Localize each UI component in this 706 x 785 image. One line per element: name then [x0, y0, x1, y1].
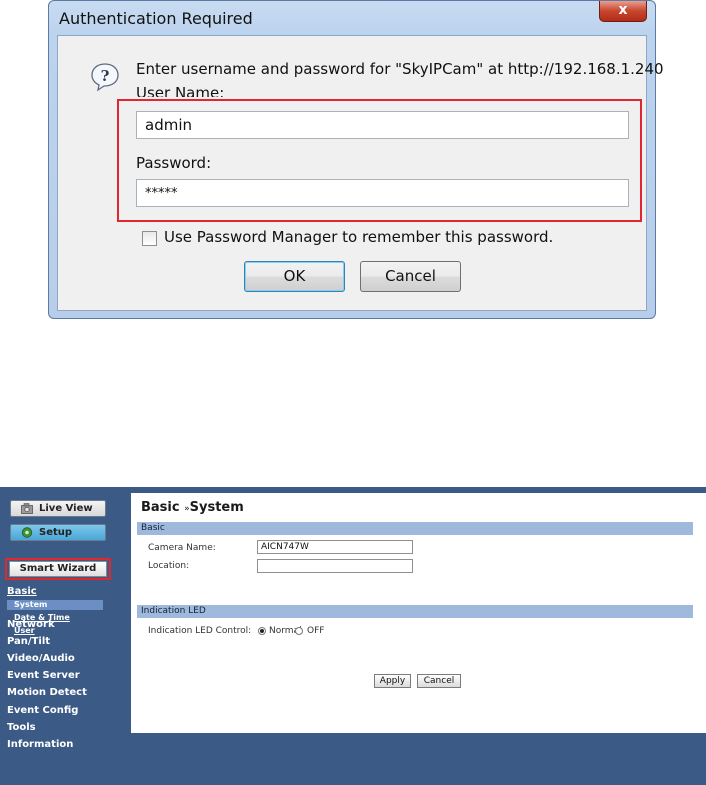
camera-name-input[interactable]: [257, 540, 413, 554]
remember-password-checkbox[interactable]: [142, 231, 157, 246]
page-title-main: Basic: [141, 500, 180, 515]
led-off-radio[interactable]: [295, 627, 303, 635]
cancel-button[interactable]: Cancel: [360, 261, 461, 292]
nav-system[interactable]: System: [7, 600, 103, 610]
led-normal-radio[interactable]: [258, 627, 266, 635]
nav-system-label: System: [14, 600, 48, 609]
auth-dialog: Authentication Required x ? Enter userna…: [48, 0, 664, 319]
location-label: Location:: [148, 561, 190, 571]
dialog-title: Authentication Required: [59, 9, 253, 28]
remember-password-label[interactable]: Use Password Manager to remember this pa…: [164, 228, 553, 246]
close-icon: x: [618, 2, 628, 18]
close-button[interactable]: x: [599, 1, 647, 22]
camera-web-ui: Live View Setup Smart Wizard Basic Syste…: [0, 487, 706, 785]
svg-text:?: ?: [101, 67, 110, 85]
content-panel: Basic »System Basic Camera Name: Locatio…: [131, 493, 706, 733]
page-title-sub: System: [189, 500, 244, 515]
auth-prompt: Enter username and password for "SkyIPCa…: [136, 60, 664, 78]
nav-event-config[interactable]: Event Config: [7, 705, 78, 716]
credentials-highlight: [117, 99, 642, 222]
username-label: User Name:: [136, 84, 225, 97]
page-title: Basic »System: [141, 500, 244, 515]
nav-basic[interactable]: Basic: [7, 586, 37, 597]
smart-wizard-button[interactable]: Smart Wizard: [9, 561, 107, 577]
led-control-label: Indication LED Control:: [148, 626, 252, 636]
nav-information[interactable]: Information: [7, 739, 73, 750]
camera-icon: [21, 503, 33, 514]
section-basic: Basic: [137, 522, 693, 535]
nav-event-server[interactable]: Event Server: [7, 670, 80, 681]
cancel-settings-button[interactable]: Cancel: [417, 674, 461, 688]
setup-label: Setup: [39, 527, 73, 538]
location-input[interactable]: [257, 559, 413, 573]
nav-video-audio[interactable]: Video/Audio: [7, 653, 75, 664]
question-icon: ?: [91, 63, 119, 92]
live-view-button[interactable]: Live View: [10, 500, 106, 517]
nav-motion-detect[interactable]: Motion Detect: [7, 687, 87, 698]
section-indication-led: Indication LED: [137, 605, 693, 618]
ok-button[interactable]: OK: [244, 261, 345, 292]
setup-button[interactable]: Setup: [10, 524, 106, 541]
nav-tools[interactable]: Tools: [7, 722, 36, 733]
footer-bar: [131, 733, 706, 785]
camera-name-label: Camera Name:: [148, 543, 216, 553]
apply-button[interactable]: Apply: [374, 674, 411, 688]
dialog-body: ? Enter username and password for "SkyIP…: [57, 35, 664, 311]
nav-network[interactable]: Network: [7, 619, 55, 630]
led-off-label: OFF: [307, 626, 325, 636]
sidebar: Live View Setup Smart Wizard Basic Syste…: [0, 487, 130, 785]
setup-gear-icon: [21, 527, 33, 538]
nav-pan-tilt[interactable]: Pan/Tilt: [7, 636, 50, 647]
live-view-label: Live View: [39, 503, 93, 514]
section-led-label: Indication LED: [141, 606, 206, 616]
section-basic-label: Basic: [141, 523, 165, 533]
